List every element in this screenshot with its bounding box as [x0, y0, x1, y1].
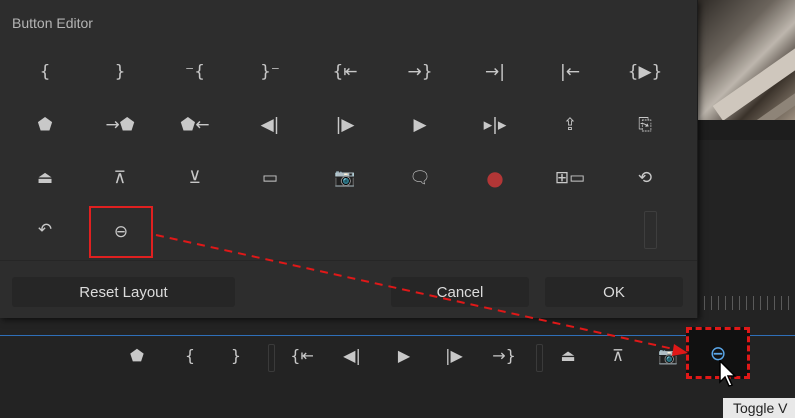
tooltip: Toggle V — [723, 398, 795, 418]
drag-arrow — [155, 234, 688, 356]
mouse-cursor-icon — [719, 360, 737, 387]
